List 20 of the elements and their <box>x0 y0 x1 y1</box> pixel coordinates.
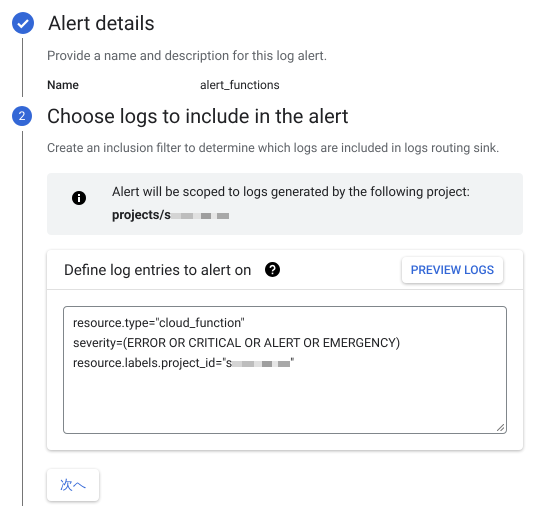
step-description: Create an inclusion filter to determine which logs are included in logs routing sink. <box>47 140 500 158</box>
field-label: Name <box>47 76 80 94</box>
notice-text: Alert will be scoped to logs generated by the following project: <box>112 184 470 202</box>
step-description: Provide a name and description for this log alert. <box>47 48 328 66</box>
step-number: 2 <box>12 106 32 126</box>
field-value: alert_functions <box>200 76 280 94</box>
card-title: Define log entries to alert on <box>64 260 252 280</box>
filter-line: resource.labels.project_id="s <box>73 355 232 374</box>
project-path: projects/s <box>112 206 171 225</box>
resize-handle-icon[interactable] <box>497 424 504 432</box>
help-icon <box>265 262 280 278</box>
check-circle-icon <box>12 12 34 34</box>
info-icon <box>72 191 86 206</box>
filter-field[interactable]: resource.type="cloud_function" severity=(ERROR OR CRITICAL OR ALERT OR EMERGENCY) resource.labels.project_id="s " <box>63 306 507 434</box>
filter-line: severity=(ERROR OR CRITICAL OR ALERT OR EMERGENCY) <box>73 335 400 354</box>
filter-line: resource.type="cloud_function" <box>73 315 244 334</box>
step-title: Choose logs to include in the alert <box>47 102 348 130</box>
step-title: Alert details <box>48 10 155 37</box>
preview-logs-button[interactable]: PREVIEW LOGS <box>402 256 503 283</box>
next-button[interactable]: 次へ <box>47 469 99 502</box>
